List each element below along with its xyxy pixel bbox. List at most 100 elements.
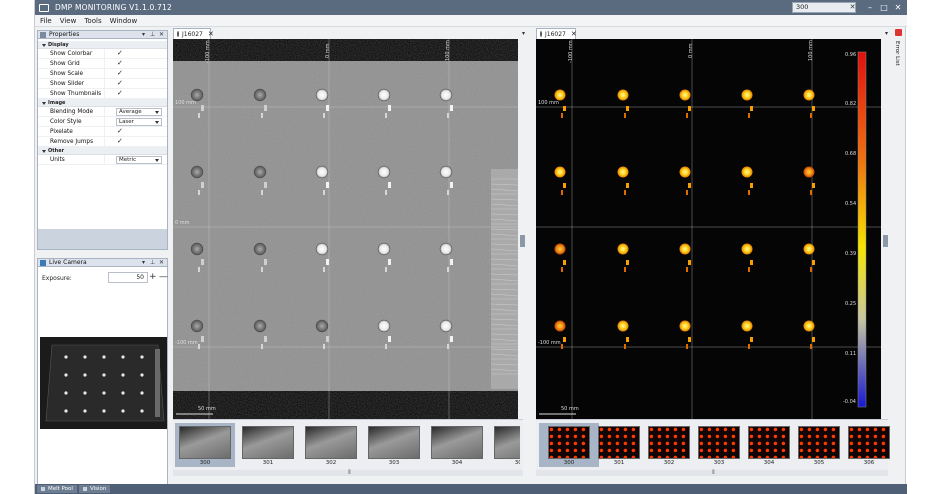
exposure-decrease-button[interactable]: — — [159, 272, 168, 282]
thumbnail-caption: 305 — [514, 460, 520, 466]
property-row[interactable]: Color Style Laser — [38, 116, 167, 127]
specimen-bar — [326, 105, 329, 111]
menu-file[interactable]: File — [40, 17, 52, 25]
exposure-increase-button[interactable]: + — [149, 272, 157, 282]
pin-icon[interactable]: ⊥ — [150, 31, 155, 38]
melt-pool-bar — [624, 267, 626, 272]
property-row[interactable]: Blending Mode Average — [38, 106, 167, 117]
show-colorbar-checkbox[interactable]: ✓ — [117, 50, 124, 57]
property-row[interactable]: Pixelate ✓ — [38, 126, 167, 137]
close-tab-icon[interactable]: ✕ — [571, 30, 577, 38]
dropdown-icon[interactable]: ▾ — [142, 31, 145, 38]
specimen-bar — [450, 182, 453, 188]
status-bar: Melt Pool Vision — [35, 484, 907, 494]
specimen-spot — [439, 242, 453, 256]
tab-left-layer[interactable]: J16027 ✕ — [173, 28, 214, 39]
melt-pool-bar — [624, 190, 626, 195]
melt-pool-bar — [561, 344, 563, 349]
live-camera-header: Live Camera ▾ ⊥ ✕ — [37, 258, 168, 267]
thumbnail-305[interactable]: 305 — [490, 423, 520, 467]
melt-pool-icon — [41, 487, 45, 491]
melt-pool-spot — [803, 320, 815, 332]
property-row[interactable]: Remove Jumps ✓ — [38, 136, 167, 147]
pin-icon[interactable]: ⊥ — [150, 259, 155, 266]
property-row[interactable]: Show Grid ✓ — [38, 58, 167, 69]
pixelate-checkbox[interactable]: ✓ — [117, 128, 124, 135]
thumbnail-306[interactable]: 306 — [839, 423, 899, 467]
specimen-spot — [377, 88, 391, 102]
right-thumbnail-scrollbar[interactable]: ⦀ — [536, 470, 888, 476]
property-row[interactable]: Show Colorbar ✓ — [38, 48, 167, 59]
right-viewer-splitter[interactable] — [883, 235, 888, 247]
colorbar-tick: 0.11 — [845, 351, 857, 357]
tab-right-layer[interactable]: J16027 ✕ — [536, 28, 577, 39]
thumbnail-image — [242, 426, 294, 459]
thumbnail-300[interactable]: 300 — [175, 423, 235, 467]
property-row[interactable]: Units Metric — [38, 154, 167, 165]
right-viewer-canvas[interactable] — [536, 39, 881, 419]
menu-window[interactable]: Window — [110, 17, 138, 25]
specimen-bar — [198, 190, 200, 195]
property-row[interactable]: Show Slider ✓ — [38, 78, 167, 89]
left-thumbnail-scrollbar[interactable]: ⦀ — [173, 470, 523, 476]
units-select[interactable]: Metric — [116, 155, 162, 164]
show-grid-checkbox[interactable]: ✓ — [117, 60, 124, 67]
layer-icon — [177, 31, 179, 37]
specimen-bar — [388, 336, 391, 342]
thumbnail-301[interactable]: 301 — [238, 423, 298, 467]
left-viewer-splitter[interactable] — [520, 235, 525, 247]
close-icon[interactable]: ✕ — [159, 31, 164, 38]
show-thumbnails-checkbox[interactable]: ✓ — [117, 90, 124, 97]
right-image-viewer[interactable]: -100 mm 0 mm 100 mm 100 mm -100 mm 50 mm… — [536, 39, 881, 419]
close-icon[interactable]: ✕ — [159, 259, 164, 266]
app-title: DMP MONITORING V1.1.0.712 — [55, 3, 172, 12]
specimen-bar — [201, 182, 204, 188]
thumbnail-302[interactable]: 302 — [301, 423, 361, 467]
title-bar: DMP MONITORING V1.1.0.712 300 ✕ – □ ✕ — [35, 0, 907, 15]
melt-pool-spot — [679, 166, 691, 178]
show-slider-checkbox[interactable]: ✓ — [117, 80, 124, 87]
tab-dropdown-icon[interactable]: ▾ — [885, 30, 888, 37]
camera-spot — [83, 373, 87, 377]
exposure-input[interactable]: 50 — [108, 272, 148, 283]
show-scale-checkbox[interactable]: ✓ — [117, 70, 124, 77]
specimen-bar — [326, 182, 329, 188]
thumbnail-image — [548, 426, 590, 459]
thumbnail-caption: 300 — [199, 460, 211, 466]
side-tick-label: 0 mm — [175, 220, 190, 226]
color-style-select[interactable]: Laser — [116, 117, 162, 126]
camera-spot — [102, 373, 106, 377]
specimen-spot — [377, 319, 391, 333]
close-button[interactable]: ✕ — [892, 2, 904, 13]
specimen-bar — [261, 267, 263, 272]
search-clear-icon[interactable]: ✕ — [848, 2, 857, 13]
minimize-button[interactable]: – — [864, 2, 876, 13]
left-viewer-canvas[interactable] — [173, 39, 518, 419]
status-tab-vision[interactable]: Vision — [78, 485, 111, 493]
remove-jumps-checkbox[interactable]: ✓ — [117, 138, 124, 145]
property-row[interactable]: Show Scale ✓ — [38, 68, 167, 79]
thumbnail-303[interactable]: 303 — [364, 423, 424, 467]
specimen-bar — [326, 336, 329, 342]
property-row[interactable]: Show Thumbnails ✓ — [38, 88, 167, 99]
blending-mode-select[interactable]: Average — [116, 107, 162, 116]
menu-tools[interactable]: Tools — [84, 17, 101, 25]
search-input[interactable]: 300 — [792, 2, 856, 13]
status-tab-melt-pool[interactable]: Melt Pool — [37, 485, 77, 493]
thumbnail-304[interactable]: 304 — [427, 423, 487, 467]
error-icon — [895, 29, 902, 36]
side-tick-label: -100 mm — [175, 340, 198, 346]
close-tab-icon[interactable]: ✕ — [208, 30, 214, 38]
dropdown-icon[interactable]: ▾ — [142, 259, 145, 266]
scroll-grip-icon[interactable]: ⦀ — [712, 470, 715, 476]
left-image-viewer[interactable]: -100 mm 0 mm 100 mm 100 mm 0 mm -100 mm … — [173, 39, 518, 419]
specimen-bar — [385, 113, 387, 118]
tab-dropdown-icon[interactable]: ▾ — [522, 30, 525, 37]
maximize-button[interactable]: □ — [878, 2, 890, 13]
error-list-side-tab[interactable]: Error List — [893, 27, 904, 87]
melt-pool-bar — [750, 337, 753, 342]
menu-view[interactable]: View — [60, 17, 77, 25]
scroll-grip-icon[interactable]: ⦀ — [348, 470, 351, 476]
specimen-bar — [326, 259, 329, 265]
camera-spot — [102, 409, 106, 413]
